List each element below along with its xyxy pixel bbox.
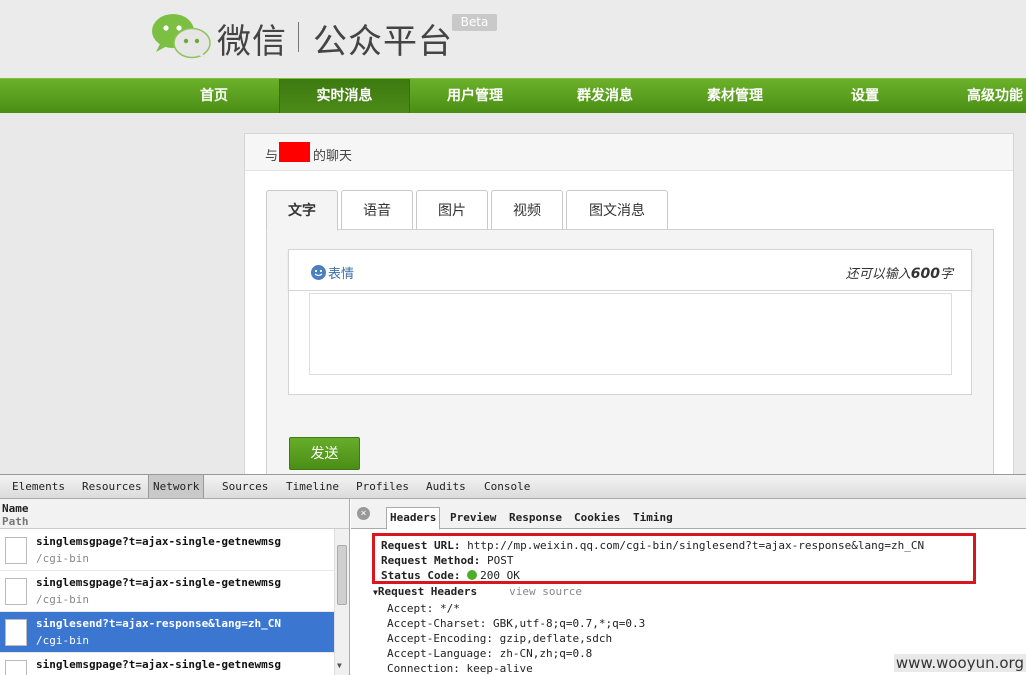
devtools-tab-timeline[interactable]: Timeline	[286, 475, 339, 498]
view-source-link[interactable]: view source	[509, 585, 582, 598]
devtools-tab-console[interactable]: Console	[484, 475, 530, 498]
detail-tab-preview[interactable]: Preview	[450, 508, 496, 529]
request-row[interactable]: singlemsgpage?t=ajax-single-getnewmsg /c…	[0, 571, 334, 612]
chat-title-suffix: 的聊天	[313, 149, 353, 164]
redacted-username	[279, 142, 310, 162]
logo-title: 微信	[217, 22, 287, 62]
watermark: www.wooyun.org	[893, 654, 1026, 672]
char-counter-prefix: 还可以输入	[845, 267, 911, 282]
emoji-button[interactable]: 表情	[311, 263, 354, 282]
header-key: Accept-Encoding:	[387, 632, 493, 645]
header-line: Connection: keep-alive	[387, 662, 533, 675]
request-row-selected[interactable]: singlesend?t=ajax-response&lang=zh_CN /c…	[0, 612, 334, 653]
nav-item-realtime-messages[interactable]: 实时消息	[279, 79, 410, 113]
nav-item-settings[interactable]: 设置	[825, 79, 905, 113]
request-name: singlesend?t=ajax-response&lang=zh_CN	[36, 617, 282, 630]
header-value: gzip,deflate,sdch	[499, 632, 613, 645]
devtools-tab-profiles[interactable]: Profiles	[356, 475, 409, 498]
site-header: 微信 公众平台 Beta	[0, 0, 1026, 78]
request-name: singlemsgpage?t=ajax-single-getnewmsg	[36, 658, 282, 671]
composer-toolbar: 表情 还可以输入600字	[288, 249, 972, 291]
smiley-icon	[311, 265, 326, 280]
logo-subtitle: 公众平台	[313, 22, 453, 62]
detail-tab-headers[interactable]: Headers	[386, 507, 441, 530]
chat-panel: 与 的聊天 文字 语音 图片 视频 图文消息 表情 还可以输入600字 发送	[244, 133, 1014, 479]
header-line: Accept-Charset: GBK,utf-8;q=0.7,*;q=0.3	[387, 617, 645, 630]
wechat-logo-icon	[152, 14, 211, 59]
request-name: singlemsgpage?t=ajax-single-getnewmsg	[36, 576, 282, 589]
header-value: keep-alive	[466, 662, 533, 675]
request-path: /cgi-bin	[36, 552, 89, 565]
char-counter-value: 600	[910, 266, 940, 282]
header-key: Connection:	[387, 662, 460, 675]
request-detail-pane: × Headers Preview Response Cookies Timin…	[351, 499, 1026, 675]
devtools-panel: Elements Resources Network Sources Timel…	[0, 474, 1026, 675]
nav-item-home[interactable]: 首页	[174, 79, 254, 113]
request-path: /cgi-bin	[36, 593, 89, 606]
header-line: Accept: */*	[387, 602, 460, 615]
header-key: Accept-Language:	[387, 647, 493, 660]
header-value: zh-CN,zh;q=0.8	[499, 647, 593, 660]
header-value: */*	[439, 602, 460, 615]
logo-divider	[298, 22, 299, 52]
header-value: GBK,utf-8;q=0.7,*;q=0.3	[492, 617, 646, 630]
nav-item-user-management[interactable]: 用户管理	[420, 79, 530, 113]
request-name: singlemsgpage?t=ajax-single-getnewmsg	[36, 535, 282, 548]
nav-item-advanced[interactable]: 高级功能	[955, 79, 1026, 113]
devtools-tabbar: Elements Resources Network Sources Timel…	[0, 475, 1026, 499]
document-icon	[5, 537, 27, 564]
main-nav: 首页 实时消息 用户管理 群发消息 素材管理 设置 高级功能	[0, 78, 1026, 113]
header-key: Accept-Charset:	[387, 617, 487, 630]
tab-voice[interactable]: 语音	[341, 190, 413, 229]
detail-tab-response[interactable]: Response	[509, 508, 562, 529]
devtools-tab-elements[interactable]: Elements	[12, 475, 65, 498]
nav-item-mass-message[interactable]: 群发消息	[550, 79, 660, 113]
request-headers-label: Request Headers	[377, 585, 478, 598]
send-button[interactable]: 发送	[289, 437, 360, 470]
devtools-tab-sources[interactable]: Sources	[222, 475, 268, 498]
close-icon[interactable]: ×	[357, 507, 370, 520]
column-path: Path	[2, 515, 29, 528]
detail-tab-cookies[interactable]: Cookies	[574, 508, 620, 529]
detail-tab-timing[interactable]: Timing	[633, 508, 673, 529]
detail-tabbar: × Headers Preview Response Cookies Timin…	[351, 499, 1026, 530]
composer-area: 表情 还可以输入600字	[266, 229, 994, 479]
emoji-label: 表情	[328, 267, 355, 282]
scroll-down-arrow-icon[interactable]: ▼	[337, 661, 342, 670]
request-row[interactable]: singlemsgpage?t=ajax-single-getnewmsg /c…	[0, 530, 334, 571]
header-line: Accept-Encoding: gzip,deflate,sdch	[387, 632, 612, 645]
char-counter-suffix: 字	[939, 267, 953, 282]
message-input[interactable]	[309, 293, 952, 375]
composer-body	[288, 291, 972, 395]
request-path: /cgi-bin	[36, 634, 89, 647]
network-request-list: Name Path singlemsgpage?t=ajax-single-ge…	[0, 499, 350, 675]
header-line: Accept-Language: zh-CN,zh;q=0.8	[387, 647, 592, 660]
document-icon	[5, 578, 27, 605]
char-counter: 还可以输入600字	[846, 263, 953, 282]
tab-rich-message[interactable]: 图文消息	[566, 190, 668, 229]
tab-text[interactable]: 文字	[266, 190, 338, 231]
beta-badge: Beta	[452, 14, 497, 31]
nav-item-materials[interactable]: 素材管理	[680, 79, 790, 113]
header-key: Accept:	[387, 602, 434, 615]
request-list-scrollbar[interactable]: ▼	[334, 529, 349, 675]
scrollbar-thumb[interactable]	[337, 545, 347, 605]
devtools-tab-resources[interactable]: Resources	[82, 475, 142, 498]
column-name: Name	[2, 502, 29, 515]
chat-title-prefix: 与	[265, 149, 279, 164]
devtools-tab-network[interactable]: Network	[148, 475, 205, 498]
request-headers-section[interactable]: ▼Request Headers view source	[373, 585, 582, 598]
document-icon	[5, 660, 27, 675]
tab-image[interactable]: 图片	[416, 190, 488, 229]
chat-header: 与 的聊天	[245, 134, 1013, 171]
document-icon	[5, 619, 27, 646]
request-row[interactable]: singlemsgpage?t=ajax-single-getnewmsg	[0, 653, 334, 675]
devtools-tab-audits[interactable]: Audits	[426, 475, 466, 498]
highlight-box	[372, 533, 976, 584]
request-list-header[interactable]: Name Path	[0, 499, 349, 529]
tab-video[interactable]: 视频	[491, 190, 563, 229]
